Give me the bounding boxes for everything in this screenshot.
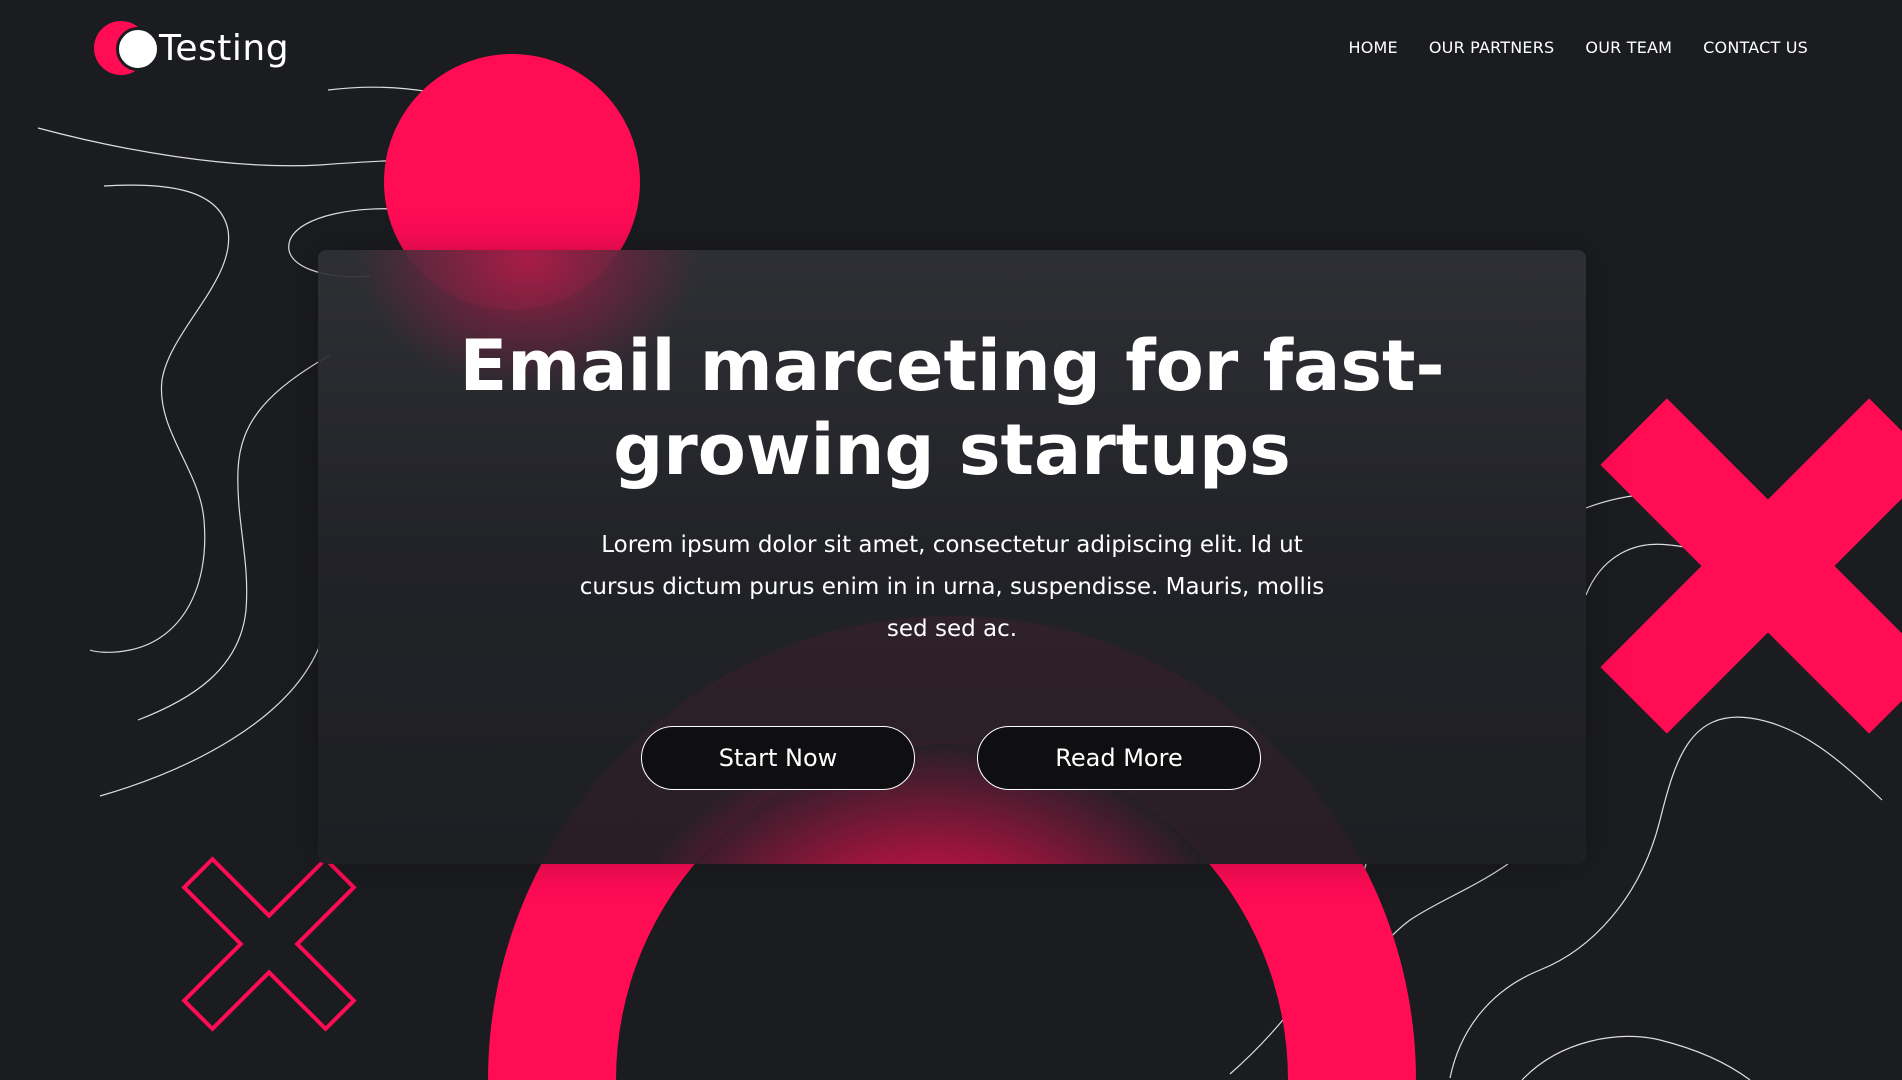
nav-item-our-partners[interactable]: OUR PARTNERS — [1429, 38, 1555, 57]
start-now-button[interactable]: Start Now — [641, 726, 915, 790]
brand-logo[interactable]: Testing — [94, 20, 289, 76]
hero-description: Lorem ipsum dolor sit amet, consectetur … — [579, 532, 1325, 642]
nav-item-our-team[interactable]: OUR TEAM — [1585, 38, 1672, 57]
nav-item-contact-us[interactable]: CONTACT US — [1703, 38, 1808, 57]
landing-page: Testing HOME OUR PARTNERS OUR TEAM CONTA… — [0, 0, 1902, 1080]
read-more-button[interactable]: Read More — [977, 726, 1261, 790]
hero-card: Email marceting for fast-growing startup… — [318, 250, 1586, 864]
nav-item-home[interactable]: HOME — [1349, 38, 1398, 57]
logo-circle-icon — [94, 20, 160, 76]
hero-title: Email marceting for fast-growing startup… — [459, 325, 1445, 491]
main-nav: HOME OUR PARTNERS OUR TEAM CONTACT US — [1349, 38, 1808, 57]
brand-name: Testing — [159, 27, 290, 69]
